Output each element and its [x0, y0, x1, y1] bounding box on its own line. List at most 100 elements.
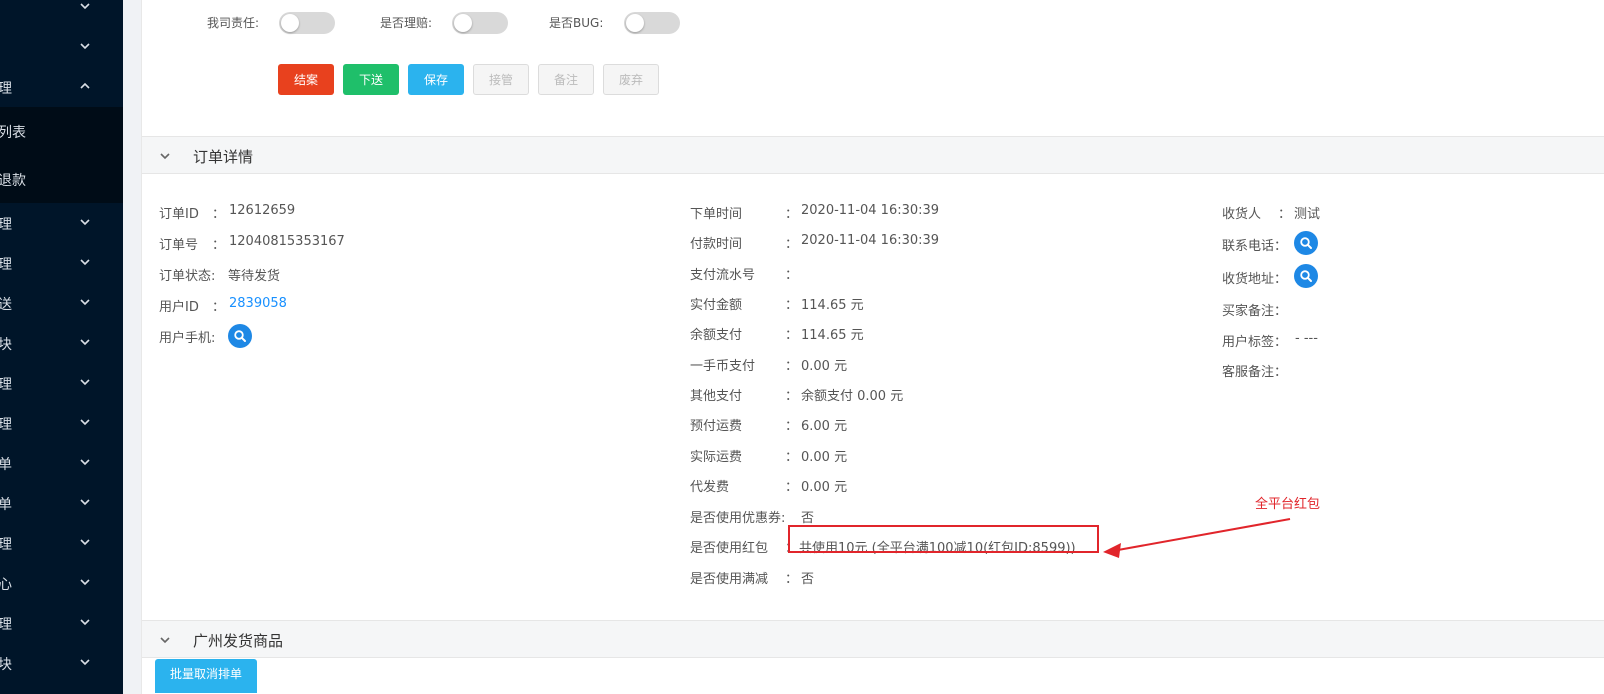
- responsibility-switch[interactable]: [279, 12, 335, 34]
- sidebar-item-label: 理: [0, 537, 12, 553]
- sidebar-item-label: 理: [0, 377, 12, 393]
- sidebar-item[interactable]: 送: [0, 283, 123, 323]
- main-content: 我司责任: 是否理赔: 是否BUG: 结案 下送 保存 接管 备注 废弃 订单详…: [141, 0, 1604, 694]
- batch-cancel-button[interactable]: 批量取消排单: [155, 659, 257, 693]
- sidebar-item[interactable]: [0, 27, 123, 67]
- sidebar-item[interactable]: 理: [0, 363, 123, 403]
- sidebar-item-label: 理: [0, 217, 12, 233]
- field-label: 联系电话：: [1222, 239, 1288, 254]
- field-sep: ：: [212, 207, 226, 222]
- user-tag-value: - ---: [1295, 331, 1318, 346]
- user-id-link[interactable]: 2839058: [229, 296, 287, 311]
- balance-paid-value: 114.65 元: [801, 328, 864, 343]
- sidebar-item[interactable]: 理: [0, 603, 123, 643]
- field-label: 是否使用满减: [690, 572, 769, 587]
- user-phone-search-button[interactable]: [228, 324, 252, 348]
- sidebar-item-label: 理: [0, 81, 12, 97]
- send-down-button[interactable]: 下送: [343, 64, 399, 95]
- field-sep: ：: [785, 480, 799, 495]
- prepaid-freight-value: 6.00 元: [801, 419, 848, 434]
- sidebar-item-label: 理: [0, 417, 12, 433]
- sidebar-item[interactable]: 心: [0, 563, 123, 603]
- pay-time-value: 2020-11-04 16:30:39: [801, 233, 940, 248]
- field-sep: ：: [785, 419, 799, 434]
- field-label: 其他支付: [690, 389, 743, 404]
- field-sep: ：: [785, 207, 799, 222]
- sidebar-subitem[interactable]: 退款: [0, 155, 123, 203]
- save-button[interactable]: 保存: [408, 64, 464, 95]
- sidebar-subitem[interactable]: 列表: [0, 107, 123, 155]
- order-details-header[interactable]: 订单详情: [142, 136, 1604, 174]
- discard-button[interactable]: 废弃: [603, 64, 659, 95]
- switch-knob: [626, 14, 644, 32]
- sidebar-item[interactable]: 理: [0, 403, 123, 443]
- chevron-down-icon: [80, 219, 90, 226]
- goods-section-header[interactable]: 广州发货商品: [142, 620, 1604, 658]
- chevron-down-icon: [80, 419, 90, 426]
- other-paid-value: 余额支付 0.00 元: [801, 389, 904, 404]
- field-label: 是否使用优惠券:: [690, 511, 786, 526]
- sidebar-item[interactable]: 理: [0, 203, 123, 243]
- chevron-down-icon: [80, 379, 90, 386]
- sidebar-item[interactable]: [0, 0, 123, 27]
- order-time-value: 2020-11-04 16:30:39: [801, 203, 940, 218]
- field-sep: ：: [785, 359, 799, 374]
- section-title: 订单详情: [193, 148, 254, 166]
- receiver-value: 测试: [1294, 207, 1321, 222]
- sidebar-item[interactable]: 单: [0, 483, 123, 523]
- contact-phone-search-button[interactable]: [1294, 231, 1318, 255]
- sidebar-item-label: 列表: [0, 125, 26, 141]
- field-sep: ：: [785, 237, 799, 252]
- field-sep: ：: [212, 300, 226, 315]
- chevron-down-icon: [80, 459, 90, 466]
- actual-freight-value: 0.00 元: [801, 450, 848, 465]
- sidebar-item-label: 块: [0, 657, 12, 673]
- field-label: 用户标签：: [1222, 335, 1288, 350]
- field-label: 是否使用红包: [690, 541, 769, 556]
- sidebar-item[interactable]: 理: [0, 67, 123, 107]
- coupon-used-value: 否: [801, 511, 815, 526]
- search-icon: [1300, 237, 1312, 249]
- sidebar-item-label: 单: [0, 457, 12, 473]
- sidebar-item[interactable]: 块: [0, 643, 123, 683]
- field-label: 支付流水号: [690, 268, 756, 283]
- close-case-button[interactable]: 结案: [278, 64, 334, 95]
- sidebar-item[interactable]: 块: [0, 323, 123, 363]
- field-sep: ：: [785, 328, 799, 343]
- bug-switch[interactable]: [624, 12, 680, 34]
- field-label: 代发费: [690, 480, 730, 495]
- chevron-down-icon: [80, 499, 90, 506]
- sidebar-item[interactable]: 单: [0, 443, 123, 483]
- field-label: 实际运费: [690, 450, 743, 465]
- chevron-down-icon: [80, 339, 90, 346]
- toggle-label-bug: 是否BUG:: [549, 16, 604, 30]
- order-id-value: 12612659: [229, 203, 296, 218]
- remark-button[interactable]: 备注: [538, 64, 594, 95]
- sidebar-item-label: 退款: [0, 173, 26, 189]
- field-sep: ：: [785, 298, 799, 313]
- field-label: 客服备注：: [1222, 365, 1288, 380]
- chevron-down-icon: [80, 3, 90, 10]
- chevron-up-icon: [80, 82, 90, 89]
- claim-switch[interactable]: [452, 12, 508, 34]
- field-label: 收货人: [1222, 207, 1262, 222]
- switch-knob: [281, 14, 299, 32]
- sidebar-item-label: 理: [0, 617, 12, 633]
- field-sep: ：: [785, 389, 799, 404]
- dropship-fee-value: 0.00 元: [801, 480, 848, 495]
- chevron-down-icon: [80, 299, 90, 306]
- field-label: 订单号: [159, 238, 199, 253]
- sidebar-item[interactable]: 理: [0, 523, 123, 563]
- actual-paid-value: 114.65 元: [801, 298, 864, 313]
- chevron-down-icon: [80, 619, 90, 626]
- order-number-value: 12040815353167: [229, 234, 345, 249]
- field-label: 一手币支付: [690, 359, 756, 374]
- field-label: 实付金额: [690, 298, 743, 313]
- sidebar-item[interactable]: 理: [0, 243, 123, 283]
- chevron-down-icon: [160, 637, 170, 644]
- address-search-button[interactable]: [1294, 264, 1318, 288]
- toggle-label-responsibility: 我司责任:: [207, 16, 260, 30]
- take-over-button[interactable]: 接管: [473, 64, 529, 95]
- sidebar-item-label: 理: [0, 257, 12, 273]
- chevron-down-icon: [80, 659, 90, 666]
